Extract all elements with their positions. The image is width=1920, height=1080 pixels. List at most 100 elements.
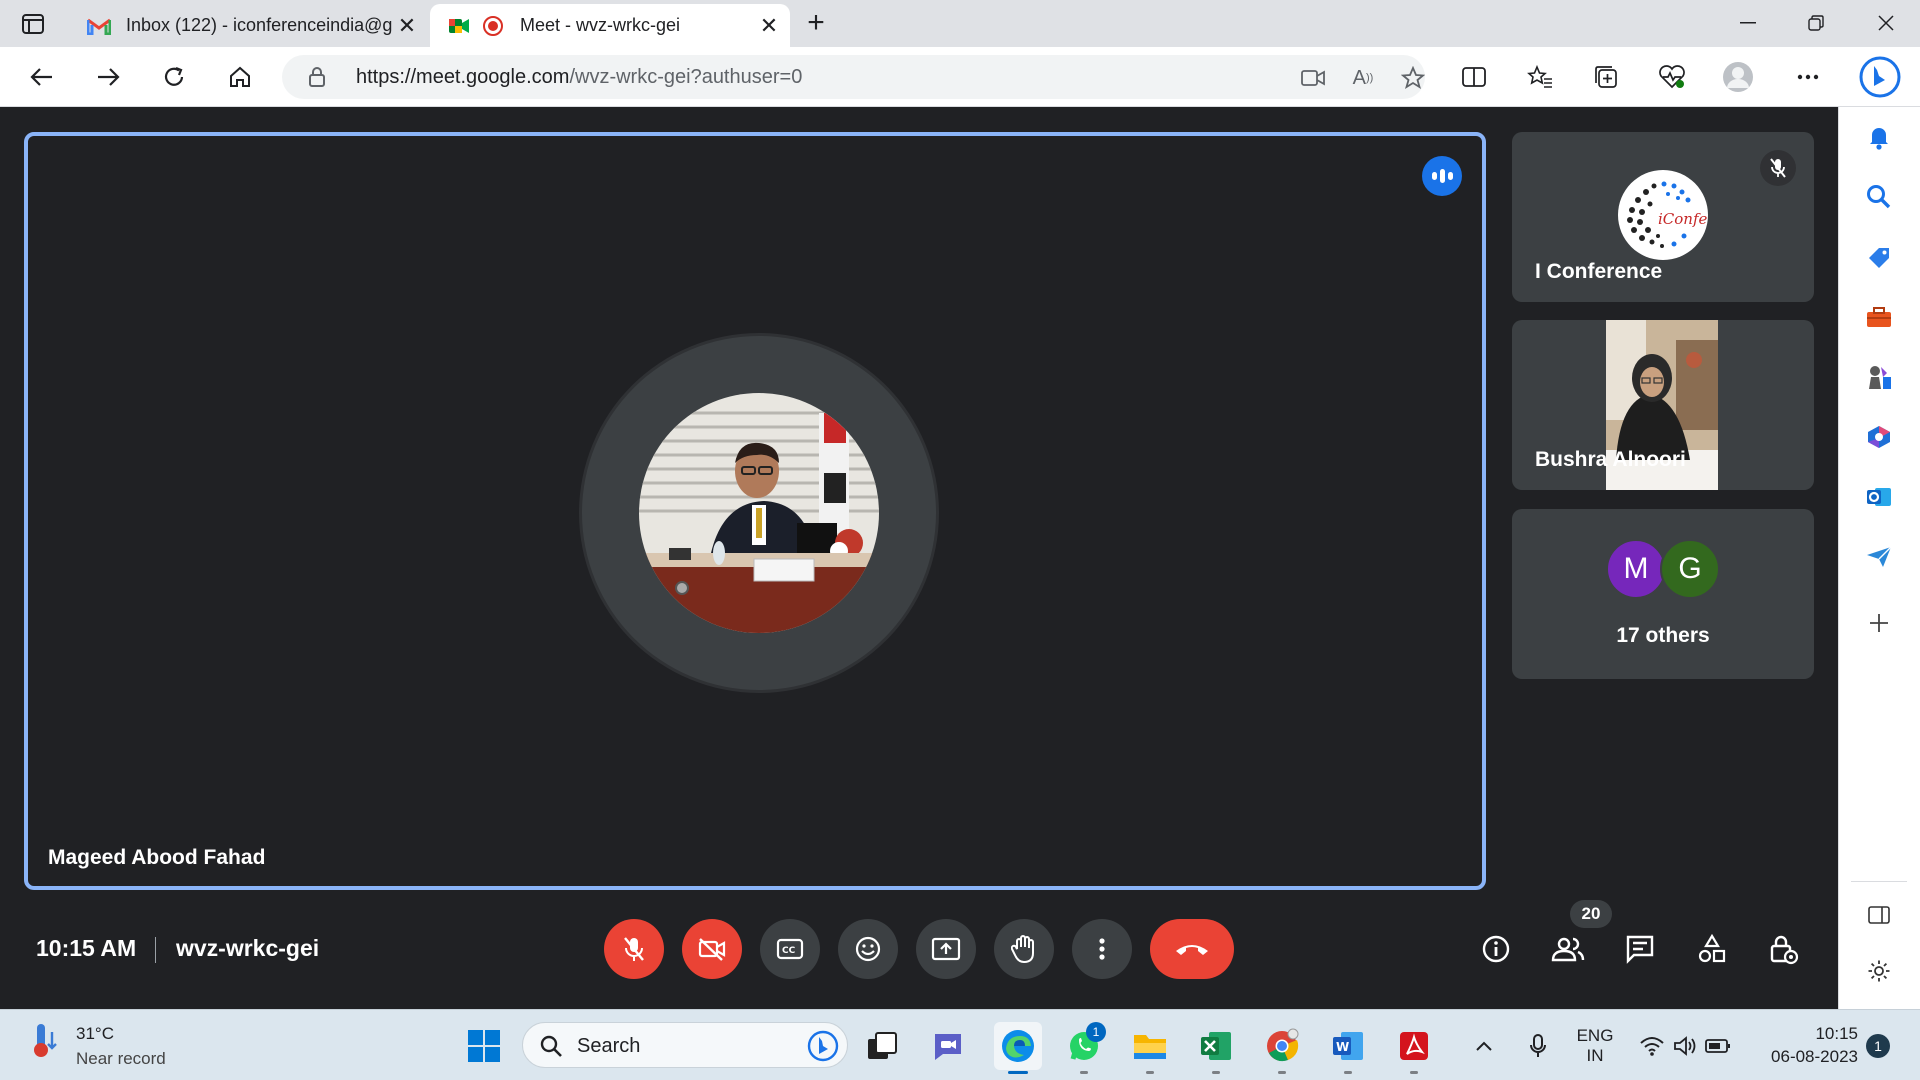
tab-meet[interactable]: Meet - wvz-wrkc-gei ✕ [430, 4, 790, 47]
language-indicator[interactable]: ENG IN [1570, 1026, 1620, 1066]
more-options-button[interactable] [1072, 919, 1132, 979]
forward-button[interactable] [88, 57, 128, 97]
participant-tile-bushra[interactable]: Bushra Alnoori [1512, 320, 1814, 490]
svg-text:iConfer: iConfer [1658, 210, 1708, 228]
participant-count-badge: 20 [1570, 900, 1612, 928]
captions-button[interactable]: CC [760, 919, 820, 979]
participant-avatar-ring [582, 336, 936, 690]
settings-more-icon[interactable] [1788, 57, 1828, 97]
taskbar-search[interactable]: Search [522, 1022, 848, 1068]
activities-icon[interactable] [1690, 927, 1734, 971]
gmail-icon [86, 13, 112, 39]
weather-widget[interactable]: 31°C Near record [28, 1020, 166, 1068]
recording-icon [480, 13, 506, 39]
close-icon[interactable]: ✕ [392, 11, 422, 41]
teams-chat-icon[interactable] [924, 1022, 972, 1070]
chrome-icon[interactable] [1258, 1022, 1306, 1074]
refresh-button[interactable] [154, 57, 194, 97]
svg-text:W: W [1336, 1040, 1349, 1054]
chevron-up-icon[interactable] [1466, 1022, 1502, 1070]
participant-tile-i-conference[interactable]: iConfer I Conference [1512, 132, 1814, 302]
restore-button[interactable] [1786, 0, 1846, 46]
camera-toggle-button[interactable] [682, 919, 742, 979]
mic-muted-icon [1760, 150, 1796, 186]
weather-desc: Near record [76, 1049, 166, 1068]
close-window-button[interactable] [1856, 0, 1916, 46]
acrobat-icon[interactable] [1390, 1022, 1438, 1074]
others-count-label: 17 others [1616, 624, 1710, 647]
camera-in-use-icon[interactable] [1298, 63, 1328, 93]
main-participant-tile[interactable]: Mageed Abood Fahad [24, 132, 1486, 890]
notifications-icon[interactable] [1861, 119, 1897, 155]
participant-name: Mageed Abood Fahad [48, 846, 266, 869]
reactions-button[interactable] [838, 919, 898, 979]
weather-temp: 31°C [76, 1024, 114, 1043]
shopping-tag-icon[interactable] [1861, 239, 1897, 275]
host-controls-icon[interactable] [1762, 927, 1806, 971]
collections-icon[interactable] [1586, 57, 1626, 97]
microsoft-365-icon[interactable] [1861, 419, 1897, 455]
tab-actions-icon[interactable] [18, 10, 48, 38]
file-explorer-icon[interactable] [1126, 1022, 1174, 1074]
tab-gmail[interactable]: Inbox (122) - iconferenceindia@g ✕ [70, 4, 428, 47]
profile-avatar[interactable] [1718, 57, 1758, 97]
add-sidebar-app-icon[interactable] [1861, 605, 1897, 641]
drop-send-icon[interactable] [1861, 539, 1897, 575]
system-tray-status[interactable] [1630, 1022, 1740, 1070]
favorite-star-icon[interactable] [1398, 63, 1428, 93]
close-icon[interactable]: ✕ [754, 11, 784, 41]
participant-name: I Conference [1535, 260, 1663, 283]
whatsapp-icon[interactable]: 1 [1060, 1022, 1108, 1074]
outlook-icon[interactable] [1861, 479, 1897, 515]
leave-call-button[interactable] [1150, 919, 1234, 979]
tools-icon[interactable] [1861, 299, 1897, 335]
browser-essentials-icon[interactable] [1652, 57, 1692, 97]
new-tab-button[interactable]: + [800, 8, 832, 40]
clock-time: 10:15 [1815, 1024, 1858, 1043]
sidebar-settings-icon[interactable] [1861, 953, 1897, 989]
avatar-m: M [1606, 539, 1666, 599]
avatar-g: G [1660, 539, 1720, 599]
start-button[interactable] [460, 1022, 508, 1070]
notification-count-badge[interactable]: 1 [1866, 1034, 1890, 1058]
split-screen-icon[interactable] [1454, 57, 1494, 97]
games-icon[interactable] [1861, 359, 1897, 395]
raise-hand-button[interactable] [994, 919, 1054, 979]
volume-icon [1674, 1036, 1696, 1056]
address-bar[interactable]: https://meet.google.com/wvz-wrkc-gei?aut… [282, 55, 1425, 99]
tab-bar: Inbox (122) - iconferenceindia@g ✕ Meet … [0, 0, 1920, 47]
chat-icon[interactable] [1618, 927, 1662, 971]
back-button[interactable] [22, 57, 62, 97]
meet-icon [446, 13, 472, 39]
clock-widget[interactable]: 10:15 06-08-2023 [1748, 1024, 1858, 1067]
excel-icon[interactable] [1192, 1022, 1240, 1074]
edge-sidebar [1838, 107, 1920, 1009]
meet-stage: Mageed Abood Fahad iConfer I Conference [0, 107, 1838, 1009]
meeting-time: 10:15 AM [36, 935, 137, 961]
participant-name: Bushra Alnoori [1535, 448, 1686, 471]
lock-icon[interactable] [308, 66, 326, 93]
edge-taskbar-icon[interactable] [994, 1022, 1042, 1074]
bing-copilot-icon[interactable] [1856, 53, 1904, 101]
minimize-button[interactable] [1718, 0, 1778, 46]
hide-sidebar-icon[interactable] [1861, 897, 1897, 933]
search-icon[interactable] [1861, 179, 1897, 215]
favorites-icon[interactable] [1520, 57, 1560, 97]
task-view-icon[interactable] [858, 1022, 906, 1070]
people-icon[interactable] [1546, 927, 1590, 971]
word-icon[interactable]: W [1324, 1022, 1372, 1074]
svg-text:CC: CC [782, 946, 796, 956]
sidebar-divider [1851, 881, 1907, 882]
others-tile[interactable]: M G 17 others [1512, 509, 1814, 679]
bing-icon [807, 1030, 839, 1062]
read-aloud-icon[interactable]: A)) [1348, 63, 1378, 93]
mic-toggle-button[interactable] [604, 919, 664, 979]
divider [155, 937, 156, 963]
speaking-indicator-icon [1422, 156, 1462, 196]
i-conference-logo: iConfer [1618, 170, 1708, 260]
home-button[interactable] [220, 57, 260, 97]
tab-title: Inbox (122) - iconferenceindia@g [126, 15, 392, 35]
present-screen-button[interactable] [916, 919, 976, 979]
microphone-icon[interactable] [1520, 1022, 1556, 1070]
meeting-details-icon[interactable] [1474, 927, 1518, 971]
